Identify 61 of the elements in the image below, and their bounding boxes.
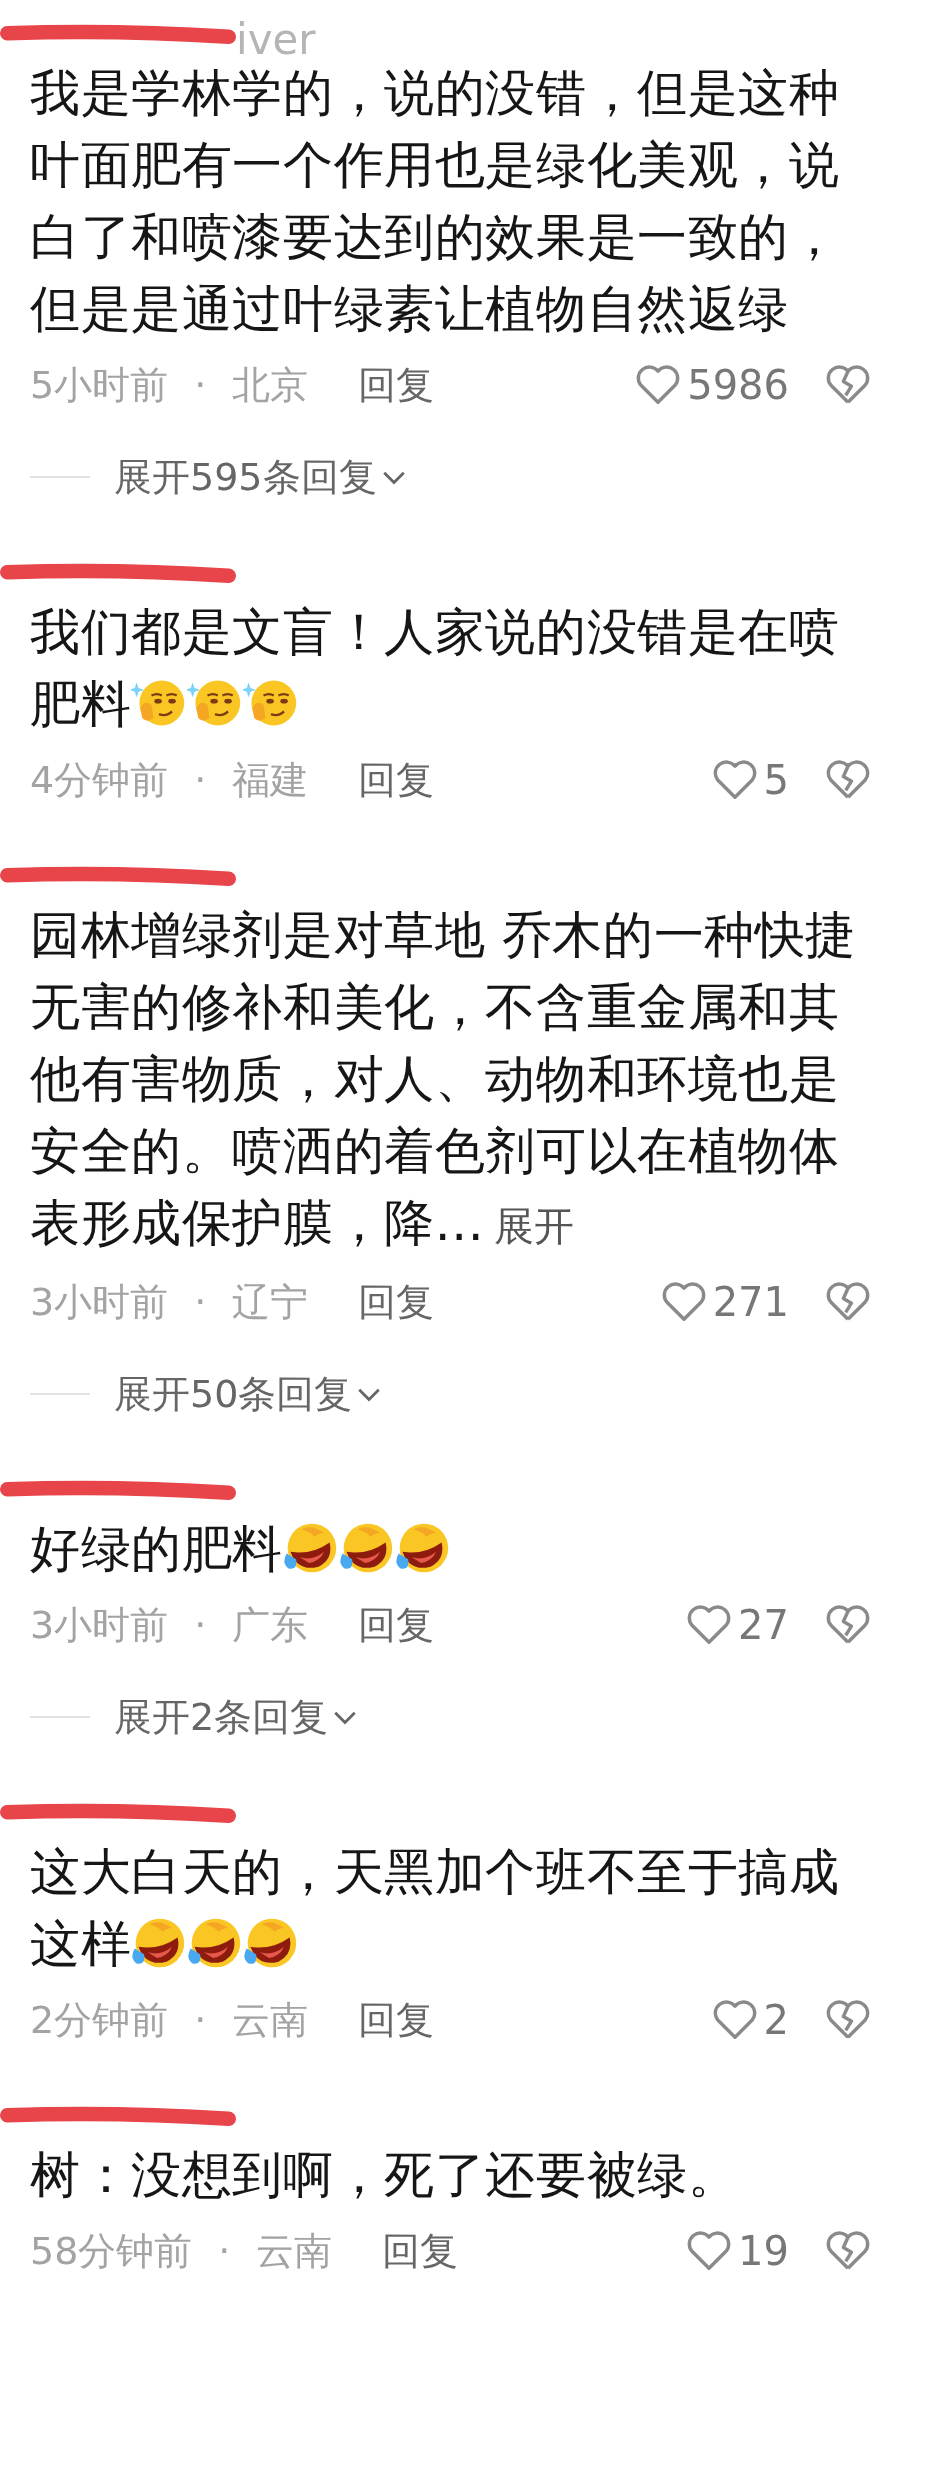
- expand-replies-link[interactable]: 展开595条回复: [114, 451, 377, 503]
- reply-link[interactable]: 回复: [358, 1994, 435, 2046]
- comment-location: 云南: [256, 2227, 333, 2275]
- comment-location: 广东: [232, 1601, 309, 1649]
- like-count: 27: [738, 1602, 789, 1648]
- like-heart-icon[interactable]: [635, 364, 682, 406]
- comment-time: 2分钟前: [30, 1996, 169, 2044]
- expand-replies-link[interactable]: 展开2条回复: [114, 1691, 329, 1743]
- broken-heart-icon[interactable]: [825, 759, 871, 801]
- comment-location: 北京: [232, 361, 309, 409]
- comment-text: 我们都是文盲！人家说的没错是在喷: [30, 603, 840, 661]
- comment-text: 这样: [30, 1915, 132, 1973]
- like-heart-icon[interactable]: [711, 759, 758, 801]
- broken-heart-icon[interactable]: [825, 1281, 871, 1323]
- like-heart-icon[interactable]: [686, 2230, 733, 2272]
- comment-text: 白了和喷漆要达到的效果是一致的，: [30, 208, 840, 266]
- reply-link[interactable]: 回复: [358, 1599, 435, 1651]
- comment-location: 云南: [232, 1996, 309, 2044]
- comment-text: 这大白天的，天黑加个班不至于搞成: [30, 1843, 840, 1901]
- like-count: 2: [763, 1997, 789, 2043]
- comment-text: 园林增绿剂是对草地 乔木的一种快捷: [30, 906, 857, 964]
- like-count: 5986: [687, 362, 789, 408]
- reply-link[interactable]: 回复: [382, 2225, 459, 2277]
- separator-dot: ·: [194, 758, 207, 802]
- comment-text: 安全的。喷洒的着色剂可以在植物体: [30, 1122, 840, 1180]
- comment-time: 3小时前: [30, 1601, 169, 1649]
- comment-time: 3小时前: [30, 1278, 169, 1326]
- expand-link[interactable]: 展开: [494, 1203, 575, 1249]
- separator-dot: ·: [218, 2229, 231, 2273]
- separator-dot: ·: [194, 1998, 207, 2042]
- comment-text: 但是是通过叶绿素让植物自然返绿: [30, 280, 789, 338]
- reply-link[interactable]: 回复: [358, 754, 435, 806]
- like-heart-icon[interactable]: [686, 1604, 733, 1646]
- reply-link[interactable]: 回复: [358, 1276, 435, 1328]
- comment-text: 肥料: [30, 675, 132, 733]
- expand-replies-link[interactable]: 展开50条回复: [114, 1368, 353, 1420]
- comment-text: 无害的修补和美化，不含重金属和其: [30, 978, 840, 1036]
- broken-heart-icon[interactable]: [825, 2230, 871, 2272]
- like-heart-icon[interactable]: [711, 1999, 758, 2041]
- comment-text: 表形成保护膜，降...: [30, 1194, 485, 1252]
- like-heart-icon[interactable]: [660, 1281, 707, 1323]
- comment-location: 福建: [232, 756, 309, 804]
- broken-heart-icon[interactable]: [825, 1604, 871, 1646]
- like-count: 271: [712, 1279, 789, 1325]
- separator-dot: ·: [194, 363, 207, 407]
- reply-link[interactable]: 回复: [358, 359, 435, 411]
- separator-dot: ·: [194, 1603, 207, 1647]
- comment-time: 5小时前: [30, 361, 169, 409]
- comment-text: 树：没想到啊，死了还要被绿。: [30, 2146, 739, 2204]
- comment-text: 叶面肥有一个作用也是绿化美观，说: [30, 136, 840, 194]
- comment-location: 辽宁: [232, 1278, 309, 1326]
- like-count: 19: [738, 2228, 789, 2274]
- comment-text: 好绿的肥料: [30, 1520, 283, 1578]
- comment-text: 他有害物质，对人、动物和环境也是: [30, 1050, 840, 1108]
- comment-time: 58分钟前: [30, 2227, 193, 2275]
- separator-dot: ·: [194, 1280, 207, 1324]
- like-count: 5: [763, 757, 789, 803]
- broken-heart-icon[interactable]: [825, 1999, 871, 2041]
- comment-time: 4分钟前: [30, 756, 169, 804]
- comment-text: 我是学林学的，说的没错，但是这种: [30, 64, 840, 122]
- broken-heart-icon[interactable]: [825, 364, 871, 406]
